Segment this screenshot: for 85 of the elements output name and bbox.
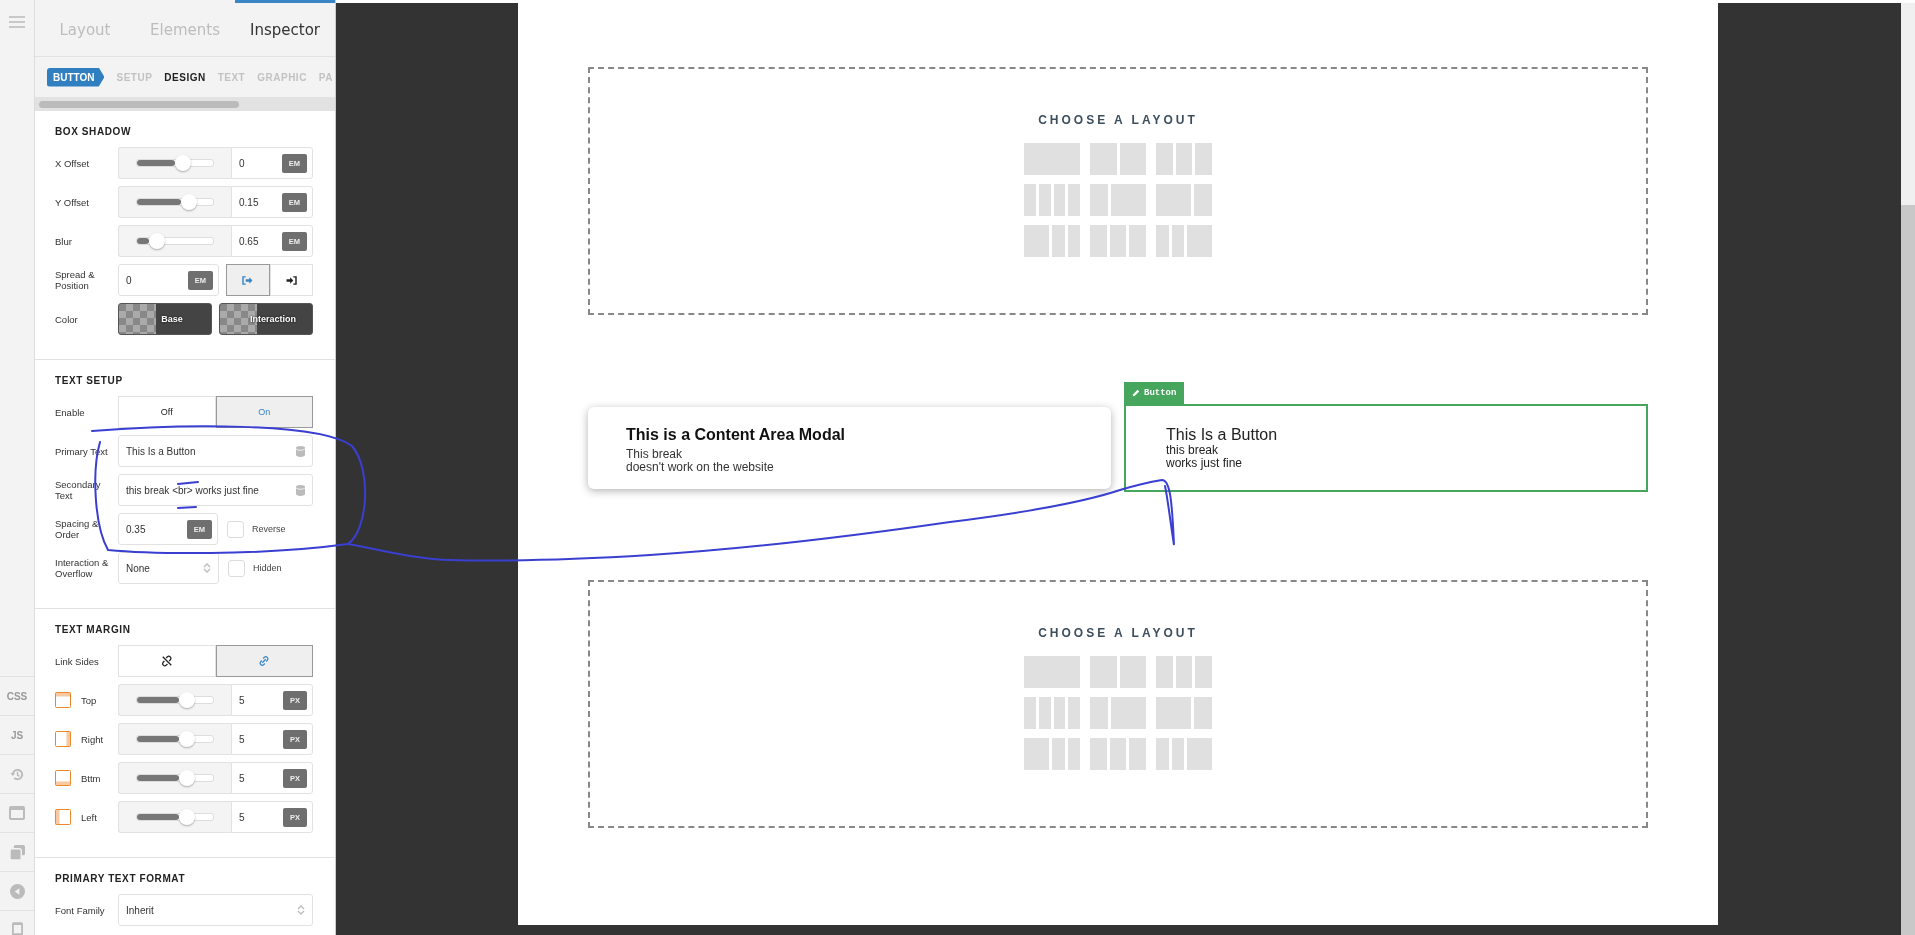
toggle-option[interactable]: Off xyxy=(118,396,216,428)
field-value[interactable]: 5 xyxy=(239,772,245,784)
select-field[interactable]: Inherit xyxy=(118,894,313,926)
section-heading: TEXT MARGIN xyxy=(55,624,132,635)
side-margin-icon xyxy=(55,770,71,786)
field-value[interactable]: 0.65 xyxy=(239,235,259,247)
select-field[interactable]: None xyxy=(118,552,219,584)
back-circle-icon[interactable] xyxy=(9,883,25,899)
position-toggle[interactable] xyxy=(226,264,270,296)
color-swatch-button[interactable]: Base xyxy=(118,303,212,335)
phone-icon[interactable] xyxy=(11,921,23,935)
link-toggle[interactable] xyxy=(215,645,313,677)
button-secondary-text: this break xyxy=(1166,444,1220,457)
slider-thumb[interactable] xyxy=(175,155,191,171)
side-margin-icon xyxy=(55,731,71,747)
link-icon xyxy=(258,655,271,667)
pencil-icon xyxy=(1132,389,1140,397)
checkbox[interactable] xyxy=(227,520,244,538)
side-margin-icon xyxy=(55,692,71,708)
field-label: Font Family xyxy=(55,904,106,916)
card-text: doesn't work on the website xyxy=(626,461,775,474)
field-label: Spacing & Order xyxy=(55,518,100,540)
field-value[interactable]: 5 xyxy=(239,811,245,823)
slider-thumb[interactable] xyxy=(178,809,195,825)
updown-caret-icon xyxy=(297,904,305,916)
field-value[interactable]: 0 xyxy=(126,274,132,286)
updown-caret-icon xyxy=(203,562,211,574)
breadcrumb-tag[interactable]: BUTTON xyxy=(47,67,105,87)
card-title: This is a Content Area Modal xyxy=(626,426,846,444)
field-label: Link Sides xyxy=(55,655,100,667)
chooser-title: CHOOSE A LAYOUT xyxy=(1038,113,1198,127)
side-margin-icon xyxy=(55,809,71,825)
slider-thumb[interactable] xyxy=(181,194,198,210)
slider-thumb[interactable] xyxy=(149,233,166,249)
field-value[interactable]: 5 xyxy=(239,733,245,745)
checkbox-label: Reverse xyxy=(252,524,286,534)
slider-thumb[interactable] xyxy=(178,731,195,747)
field-label: Y Offset xyxy=(55,196,90,208)
button-secondary-text: works just fine xyxy=(1166,457,1244,470)
card-text: This break xyxy=(626,448,684,461)
database-icon xyxy=(296,484,305,496)
field-value[interactable]: 0 xyxy=(239,157,245,169)
section-heading: BOX SHADOW xyxy=(55,126,132,137)
field-label: Spread & Position xyxy=(55,269,96,291)
field-label: Top xyxy=(81,694,97,706)
field-label: Left xyxy=(81,811,97,823)
copy-icon[interactable] xyxy=(9,844,25,860)
checkbox[interactable] xyxy=(228,559,245,577)
button-primary-text: This Is a Button xyxy=(1166,426,1279,444)
field-label: Interaction & Overflow xyxy=(55,557,110,579)
sign-out-icon xyxy=(242,275,254,285)
underline-mark xyxy=(177,506,197,509)
window-icon[interactable] xyxy=(9,806,25,820)
field-value[interactable]: 0.35 xyxy=(126,523,146,535)
field-label: Enable xyxy=(55,406,86,418)
field-label: Color xyxy=(55,313,79,325)
slider-thumb[interactable] xyxy=(178,692,195,708)
section-heading: TEXT SETUP xyxy=(55,375,124,386)
slider-thumb[interactable] xyxy=(178,770,195,786)
text-field[interactable]: this break <br> works just fine xyxy=(118,474,313,506)
color-swatch-button[interactable]: Interaction xyxy=(219,303,313,335)
layout-chooser[interactable]: CHOOSE A LAYOUT xyxy=(588,67,1648,315)
scrollbar-thumb[interactable] xyxy=(39,100,239,108)
history-icon[interactable] xyxy=(9,766,25,782)
field-value[interactable]: 0.15 xyxy=(239,196,259,208)
field-label: Right xyxy=(81,733,104,745)
toggle-option[interactable]: On xyxy=(215,396,313,428)
underline-mark xyxy=(177,481,199,485)
field-value[interactable]: 5 xyxy=(239,694,245,706)
checkbox-label: Hidden xyxy=(253,563,282,573)
chooser-title: CHOOSE A LAYOUT xyxy=(1038,626,1198,640)
section-heading: PRIMARY TEXT FORMAT xyxy=(55,873,187,884)
button-element[interactable]: This Is a Button this break works just fine xyxy=(1124,404,1648,492)
unlink-icon xyxy=(160,655,173,667)
sign-in-icon xyxy=(285,275,297,285)
database-icon xyxy=(296,445,305,457)
field-label: Bttm xyxy=(81,772,101,784)
scrollbar-thumb[interactable] xyxy=(1901,205,1915,935)
layout-chooser[interactable]: CHOOSE A LAYOUT xyxy=(588,580,1648,828)
sub-tab[interactable]: DESIGN xyxy=(164,71,206,83)
content-card[interactable]: This is a Content Area Modal This break doesn't work on the website xyxy=(588,407,1111,489)
field-label: X Offset xyxy=(55,157,91,169)
text-field[interactable]: This Is a Button xyxy=(118,435,313,467)
field-label: Blur xyxy=(55,235,73,247)
menu-icon[interactable] xyxy=(9,16,25,28)
